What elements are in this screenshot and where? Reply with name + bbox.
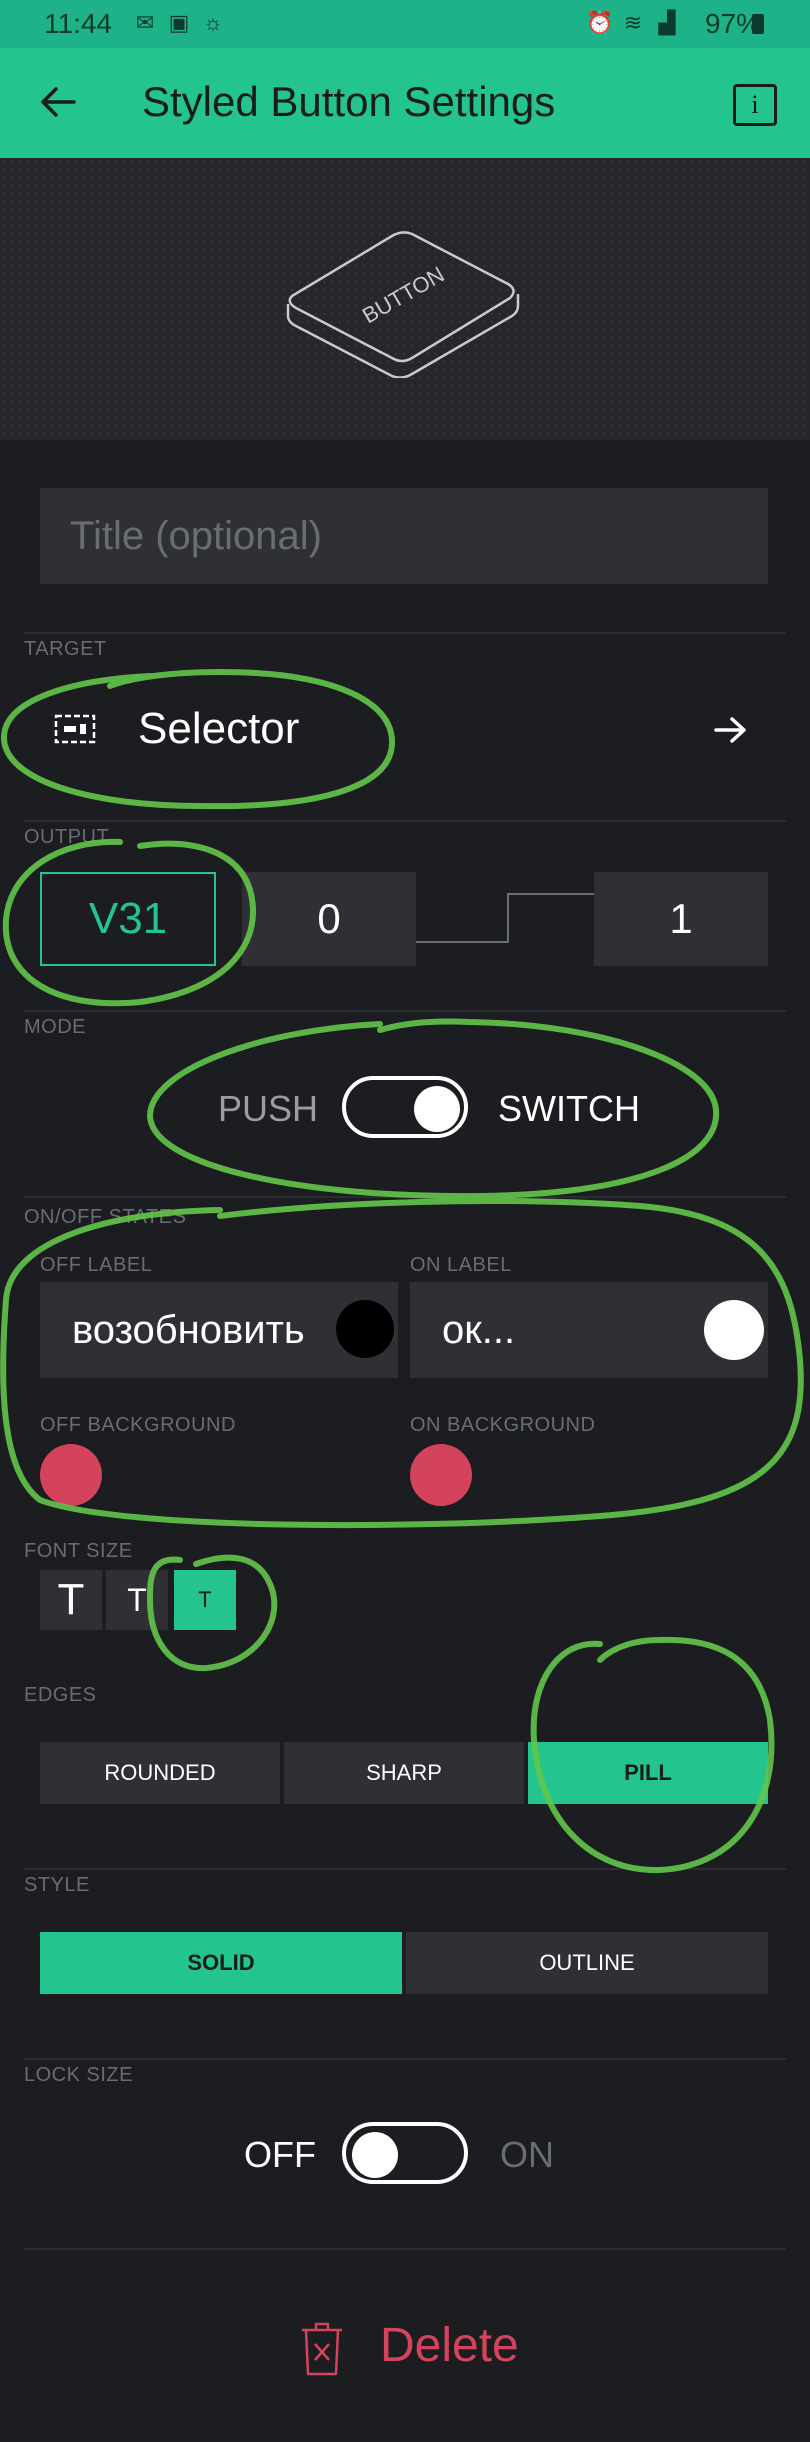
mode-toggle[interactable] [342,1076,468,1138]
edges-rounded-option[interactable]: ROUNDED [40,1742,280,1804]
delete-label: Delete [380,2319,519,2372]
mode-push-label[interactable]: PUSH [218,1088,318,1130]
divider [24,1196,786,1198]
mode-switch-label[interactable]: SWITCH [498,1088,640,1130]
lock-size-section-label: LOCK SIZE [24,2064,133,2086]
preview-button-text: BUTTON [358,262,448,329]
toggle-knob [352,2132,398,2178]
wifi-icon: ≋ [623,10,643,35]
title-input[interactable] [40,488,768,584]
switch-graph [416,893,594,943]
mode-section-label: MODE [24,1016,86,1038]
forward-arrow-icon [714,717,746,743]
target-value: Selector [138,704,300,753]
divider [24,2058,786,2060]
edges-pill-option[interactable]: PILL [528,1742,768,1804]
device-selector-icon [54,714,96,744]
edges-section-label: EDGES [24,1684,97,1706]
on-label-title: ON LABEL [410,1254,512,1276]
output-min-field[interactable]: 0 [242,872,416,966]
output-section-label: OUTPUT [24,826,110,848]
app-bar: Styled Button Settings i [0,48,810,158]
font-size-section-label: FONT SIZE [24,1540,133,1562]
target-section-label: TARGET [24,638,107,660]
target-selector-row[interactable]: Selector [24,680,786,780]
off-label-value: возобновить [72,1308,305,1352]
page-title: Styled Button Settings [142,78,556,125]
divider [24,820,786,822]
off-background-swatch[interactable] [40,1444,102,1506]
toggle-knob [414,1086,460,1132]
info-button[interactable]: i [733,84,777,126]
lock-size-toggle[interactable] [342,2122,468,2184]
on-background-title: ON BACKGROUND [410,1414,596,1436]
on-text-color-swatch[interactable] [704,1300,764,1360]
output-max-field[interactable]: 1 [594,872,768,966]
off-label-title: OFF LABEL [40,1254,153,1276]
divider [24,2248,786,2250]
style-section-label: STYLE [24,1874,90,1896]
status-time: 11:44 [44,8,112,39]
button-widget-illustration: BUTTON [286,231,520,378]
signal-icon: ▟ [658,10,676,35]
gallery-icon: ▣ [168,10,190,35]
alarm-icon: ⏰ [586,10,614,35]
widget-preview: BUTTON [0,158,810,440]
lock-size-off-label[interactable]: OFF [244,2134,316,2176]
delete-button[interactable]: Delete [296,2316,536,2396]
divider [24,1868,786,1870]
off-text-color-swatch[interactable] [336,1300,394,1358]
pin-selector[interactable]: V31 [40,872,216,966]
divider [24,632,786,634]
weather-icon: ☼ [202,10,224,35]
gmail-icon: ✉ [135,10,155,35]
off-background-title: OFF BACKGROUND [40,1414,236,1436]
states-section-label: ON/OFF STATES [24,1206,187,1228]
style-solid-option[interactable]: SOLID [40,1932,402,1994]
trash-icon [302,2322,342,2376]
on-background-swatch[interactable] [410,1444,472,1506]
back-arrow-icon[interactable] [34,78,82,126]
on-label-field[interactable]: ок... [410,1282,768,1378]
divider [24,1010,786,1012]
lock-size-on-label[interactable]: ON [500,2134,554,2176]
font-size-large[interactable]: T [40,1570,102,1630]
edges-sharp-option[interactable]: SHARP [284,1742,524,1804]
off-label-field[interactable]: возобновить [40,1282,398,1378]
on-label-value: ок... [442,1308,516,1352]
font-size-medium[interactable]: T [106,1570,168,1630]
status-bar: 11:44 ✉ ▣ ☼ ⏰ ≋ ▟ 97% [0,0,810,48]
style-outline-option[interactable]: OUTLINE [406,1932,768,1994]
battery-icon [752,14,764,34]
font-size-small[interactable]: T [174,1570,236,1630]
